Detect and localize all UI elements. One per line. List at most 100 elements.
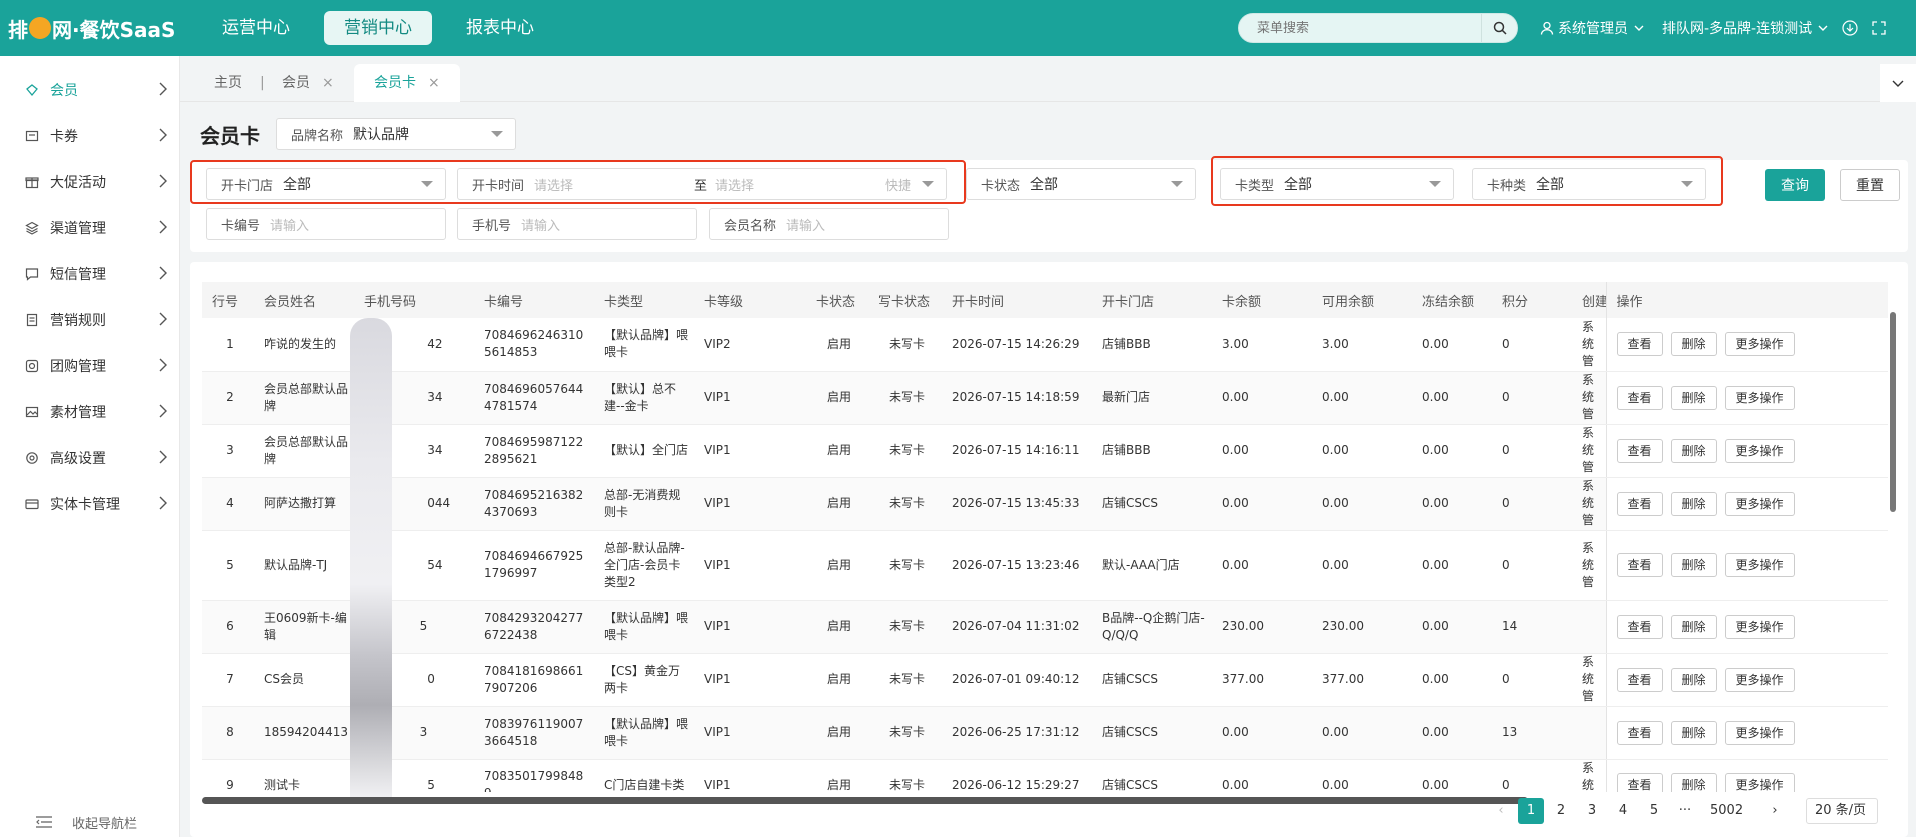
balance-cell: 377.00 <box>1212 653 1312 707</box>
more-actions-button[interactable]: 更多操作 <box>1724 720 1795 745</box>
page-3[interactable]: 3 <box>1579 798 1605 824</box>
view-button[interactable]: 查看 <box>1616 438 1663 463</box>
more-actions-button[interactable]: 更多操作 <box>1724 667 1795 692</box>
delete-button[interactable]: 删除 <box>1670 332 1717 357</box>
delete-button[interactable]: 删除 <box>1670 438 1717 463</box>
card-type-cell: 【默认品牌】喂喂卡 <box>594 318 694 372</box>
available-cell: 0.00 <box>1312 706 1412 760</box>
more-actions-button[interactable]: 更多操作 <box>1724 491 1795 516</box>
member-card-table: 行号 会员姓名 手机号码 卡编号 卡类型 卡等级 卡状态 写卡状态 开卡时间 开… <box>202 282 1888 792</box>
close-icon[interactable]: × <box>322 75 334 91</box>
search-icon[interactable] <box>1481 14 1517 42</box>
tab-member[interactable]: 会员 × <box>282 64 334 102</box>
reset-button[interactable]: 重置 <box>1840 169 1900 201</box>
chevron-down-icon[interactable] <box>1818 25 1828 31</box>
page-size-select[interactable]: 20 条/页 <box>1806 798 1878 824</box>
close-icon[interactable]: × <box>428 75 440 91</box>
topnav-reports[interactable]: 报表中心 <box>446 11 554 45</box>
delete-button[interactable]: 删除 <box>1670 720 1717 745</box>
card-status-cell: 启用 <box>806 759 868 792</box>
delete-button[interactable]: 删除 <box>1670 553 1717 577</box>
creator-cell <box>1572 706 1606 760</box>
time-quick-select[interactable]: 快捷 <box>885 175 911 194</box>
open-time-range[interactable]: 开卡时间 请选择 至 请选择 快捷 <box>457 168 947 200</box>
delete-button[interactable]: 删除 <box>1670 385 1717 410</box>
gift-icon <box>24 174 40 190</box>
fullscreen-icon[interactable] <box>1872 21 1886 35</box>
view-button[interactable]: 查看 <box>1616 720 1663 745</box>
page-5[interactable]: 5 <box>1641 798 1667 824</box>
sidebar-item-groupbuy[interactable]: 团购管理 <box>0 343 179 389</box>
card-type-select[interactable]: 卡类型 全部 <box>1220 168 1454 200</box>
more-actions-button[interactable]: 更多操作 <box>1724 614 1795 639</box>
more-actions-button[interactable]: 更多操作 <box>1724 332 1795 357</box>
open-store-cell: 店铺CSCS <box>1092 477 1212 531</box>
topnav-marketing[interactable]: 营销中心 <box>324 11 432 45</box>
card-kind-select[interactable]: 卡种类 全部 <box>1472 168 1706 200</box>
card-status-cell: 启用 <box>806 318 868 372</box>
write-status-cell: 未写卡 <box>868 424 942 478</box>
page-last[interactable]: 5002 <box>1710 798 1743 824</box>
page-ellipsis[interactable]: ··· <box>1672 798 1698 824</box>
table-row: 5默认品牌-TJ185470846946679251796997总部-默认品牌-… <box>202 530 1888 601</box>
view-button[interactable]: 查看 <box>1616 385 1663 410</box>
view-button[interactable]: 查看 <box>1616 553 1663 577</box>
sidebar-item-rules[interactable]: 营销规则 <box>0 297 179 343</box>
delete-button[interactable]: 删除 <box>1670 491 1717 516</box>
page-4[interactable]: 4 <box>1610 798 1636 824</box>
prev-page-button[interactable]: ‹ <box>1488 798 1514 824</box>
time-start-input[interactable]: 请选择 <box>534 175 694 194</box>
more-actions-button[interactable]: 更多操作 <box>1724 773 1795 792</box>
sidebar-item-materials[interactable]: 素材管理 <box>0 389 179 435</box>
brand-select[interactable]: 品牌名称 默认品牌 <box>276 118 516 150</box>
sidebar-item-channel[interactable]: 渠道管理 <box>0 205 179 251</box>
view-button[interactable]: 查看 <box>1616 491 1663 516</box>
delete-button[interactable]: 删除 <box>1670 667 1717 692</box>
view-button[interactable]: 查看 <box>1616 667 1663 692</box>
sidebar-item-sms[interactable]: 短信管理 <box>0 251 179 297</box>
phone-field[interactable]: 手机号 请输入 <box>457 208 697 240</box>
page-2[interactable]: 2 <box>1548 798 1574 824</box>
user-icon <box>1540 21 1554 35</box>
more-actions-button[interactable]: 更多操作 <box>1724 438 1795 463</box>
query-button[interactable]: 查询 <box>1765 169 1825 201</box>
delete-button[interactable]: 删除 <box>1670 614 1717 639</box>
menu-search-input[interactable] <box>1239 20 1481 36</box>
sidebar-item-advanced[interactable]: 高级设置 <box>0 435 179 481</box>
row-no-cell: 4 <box>202 477 254 531</box>
card-number-field[interactable]: 卡编号 请输入 <box>206 208 446 240</box>
frozen-cell: 0.00 <box>1412 371 1492 425</box>
card-status-cell: 启用 <box>806 477 868 531</box>
org-name[interactable]: 排队网-多品牌-连锁测试 <box>1662 18 1812 38</box>
topnav-operations[interactable]: 运营中心 <box>202 11 310 45</box>
sidebar-item-physical-card[interactable]: 实体卡管理 <box>0 481 179 527</box>
time-end-input[interactable]: 请选择 <box>715 175 885 194</box>
card-status-select[interactable]: 卡状态 全部 <box>966 168 1196 200</box>
view-button[interactable]: 查看 <box>1616 773 1663 792</box>
logo[interactable]: 排 网 ·餐饮SaaS <box>0 0 180 56</box>
available-cell: 0.00 <box>1312 371 1412 425</box>
open-time-cell: 2026-07-04 11:31:02 <box>942 600 1092 654</box>
user-name[interactable]: 系统管理员 <box>1558 18 1628 38</box>
view-button[interactable]: 查看 <box>1616 332 1663 357</box>
open-store-select[interactable]: 开卡门店 全部 <box>206 168 446 200</box>
page-1[interactable]: 1 <box>1518 798 1544 824</box>
collapse-nav-button[interactable]: 收起导航栏 <box>0 807 180 837</box>
download-icon[interactable] <box>1842 20 1858 36</box>
sidebar-item-member[interactable]: 会员 <box>0 67 179 113</box>
tabs-dropdown-button[interactable] <box>1880 64 1916 102</box>
actions-cell: 查看 删除 更多操作 <box>1605 477 1888 531</box>
sidebar-item-promo[interactable]: 大促活动 <box>0 159 179 205</box>
view-button[interactable]: 查看 <box>1616 614 1663 639</box>
member-name-field[interactable]: 会员名称 请输入 <box>709 208 949 240</box>
tab-home[interactable]: 主页 <box>214 64 242 102</box>
delete-button[interactable]: 删除 <box>1670 773 1717 792</box>
next-page-button[interactable]: › <box>1762 798 1788 824</box>
tab-member-card[interactable]: 会员卡 × <box>354 64 460 102</box>
vertical-scrollbar[interactable] <box>1890 312 1896 512</box>
sidebar-item-coupon[interactable]: 卡券 <box>0 113 179 159</box>
col-header-card-status: 卡状态 <box>806 282 868 318</box>
chevron-down-icon[interactable] <box>1634 25 1644 31</box>
more-actions-button[interactable]: 更多操作 <box>1724 385 1795 410</box>
more-actions-button[interactable]: 更多操作 <box>1724 553 1795 577</box>
